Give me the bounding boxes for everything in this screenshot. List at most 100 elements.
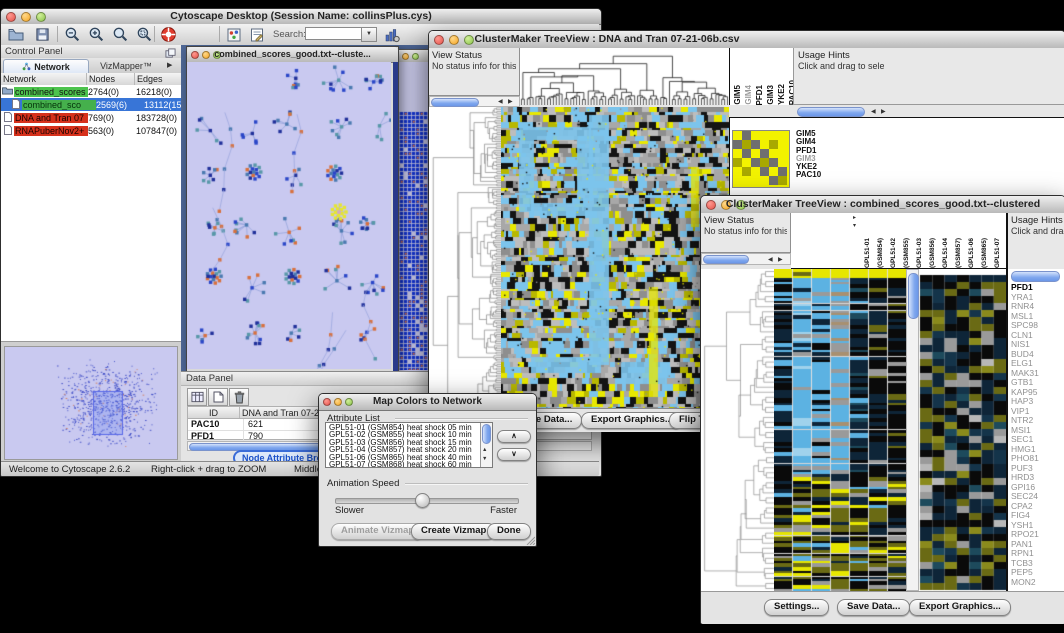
matrix-cell[interactable]: [733, 158, 742, 167]
column-header-edges[interactable]: Edges: [135, 73, 181, 85]
network-view-canvas[interactable]: [187, 62, 391, 369]
treeview1-status-scrollbar[interactable]: ◀ ▶: [429, 96, 520, 107]
matrix-cell[interactable]: [778, 131, 787, 140]
matrix-cell[interactable]: [778, 158, 787, 167]
tab-overflow-icon[interactable]: ▶: [167, 61, 172, 69]
scroll-right-icon[interactable]: ▶: [881, 108, 886, 116]
matrix-cell[interactable]: [778, 167, 787, 176]
scroll-up-icon[interactable]: ▲: [482, 447, 487, 453]
chart-settings-icon[interactable]: [381, 26, 403, 43]
scroll-right-icon[interactable]: ▶: [508, 98, 513, 106]
matrix-cell[interactable]: [778, 149, 787, 158]
matrix-cell[interactable]: [769, 149, 778, 158]
attribute-list-item[interactable]: GPL51-01 (GSM854) heat shock 05 min: [326, 424, 492, 431]
search-input[interactable]: [305, 27, 365, 40]
treeview1-column-dendrogram[interactable]: [520, 48, 729, 105]
dialog-titlebar[interactable]: Map Colors to Network: [319, 394, 536, 411]
column-header-id[interactable]: ID: [188, 407, 240, 418]
matrix-cell[interactable]: [751, 176, 760, 185]
scroll-left-icon[interactable]: ◀: [768, 256, 773, 264]
zoom-out-icon[interactable]: [61, 26, 83, 43]
matrix-cell[interactable]: [760, 167, 769, 176]
column-header-nodes[interactable]: Nodes: [87, 73, 135, 85]
scrollbar-thumb[interactable]: [797, 107, 865, 117]
annotation-icon[interactable]: [246, 26, 268, 43]
scroll-right-icon[interactable]: ▶: [778, 256, 783, 264]
attribute-list[interactable]: GPL51-01 (GSM854) heat shock 05 minGPL51…: [325, 422, 493, 468]
matrix-cell[interactable]: [760, 131, 769, 140]
speed-slider-thumb[interactable]: [415, 493, 430, 508]
treeview1-zoom-scrollbar[interactable]: ◀ ▶: [793, 105, 923, 117]
matrix-cell[interactable]: [742, 167, 751, 176]
scroll-down-icon[interactable]: ▾: [853, 222, 856, 230]
network-list-row[interactable]: combined_sco2569(6)13112(15): [1, 98, 181, 111]
treeview2-status-scrollbar[interactable]: ◀ ▶: [701, 253, 791, 265]
matrix-cell[interactable]: [751, 140, 760, 149]
new-attribute-icon[interactable]: [208, 388, 228, 406]
treeview1-row-dendrogram[interactable]: [429, 107, 501, 408]
matrix-cell[interactable]: [742, 158, 751, 167]
maximize-icon[interactable]: [412, 53, 419, 60]
settings-button[interactable]: Settings...: [764, 599, 829, 616]
network-window[interactable]: combined_scores_good.txt--cluste...: [186, 46, 399, 371]
matrix-cell[interactable]: [778, 176, 787, 185]
zoom-fit-icon[interactable]: [109, 26, 131, 43]
matrix-cell[interactable]: [733, 140, 742, 149]
scrollbar-thumb[interactable]: [703, 255, 749, 264]
matrix-cell[interactable]: [742, 149, 751, 158]
attribute-list-item[interactable]: GPL51-02 (GSM855) heat shock 10 min: [326, 431, 492, 438]
scrollbar-thumb[interactable]: [431, 98, 479, 107]
network-list-row[interactable]: DNA and Tran 07769(0)183728(0): [1, 111, 181, 124]
attribute-list-item[interactable]: GPL51-07 (GSM868) heat shock 60 min: [326, 461, 492, 468]
done-button[interactable]: Done: [487, 523, 531, 540]
matrix-cell[interactable]: [769, 176, 778, 185]
treeview1-heatmap-canvas[interactable]: [501, 107, 729, 408]
scrollbar-thumb[interactable]: [1011, 271, 1060, 282]
matrix-cell[interactable]: [733, 176, 742, 185]
matrix-cell[interactable]: [778, 140, 787, 149]
treeview2-vscrollbar[interactable]: [906, 269, 919, 591]
move-up-button[interactable]: ∧: [497, 430, 531, 443]
network-list-row[interactable]: combined_scores2764(0)16218(0): [1, 85, 181, 98]
matrix-cell[interactable]: [733, 149, 742, 158]
attribute-list-scrollbar[interactable]: ▲ ▼: [480, 423, 492, 467]
matrix-cell[interactable]: [742, 176, 751, 185]
network-window-titlebar[interactable]: combined_scores_good.txt--cluste...: [187, 47, 398, 63]
zoom-in-icon[interactable]: [85, 26, 107, 43]
search-dropdown-icon[interactable]: ▼: [361, 27, 377, 42]
matrix-cell[interactable]: [751, 149, 760, 158]
main-titlebar[interactable]: Cytoscape Desktop (Session Name: collins…: [1, 9, 601, 25]
minimize-icon[interactable]: [402, 53, 409, 60]
delete-attribute-icon[interactable]: [229, 388, 249, 406]
open-file-icon[interactable]: [5, 26, 27, 43]
matrix-cell[interactable]: [769, 167, 778, 176]
matrix-cell[interactable]: [760, 158, 769, 167]
zoom-selected-icon[interactable]: [133, 26, 155, 43]
export-graphics-button[interactable]: Export Graphics...: [909, 599, 1011, 616]
matrix-cell[interactable]: [760, 149, 769, 158]
create-vizmap-button[interactable]: Create Vizmap: [411, 523, 496, 540]
matrix-cell[interactable]: [751, 167, 760, 176]
attribute-list-item[interactable]: GPL51-04 (GSM857) heat shock 20 min: [326, 446, 492, 453]
attribute-table-icon[interactable]: [187, 388, 207, 406]
scroll-left-icon[interactable]: ◀: [498, 98, 503, 106]
treeview1-titlebar[interactable]: ClusterMaker TreeView : DNA and Tran 07-…: [429, 31, 1064, 49]
matrix-cell[interactable]: [769, 140, 778, 149]
treeview1-zoom-matrix[interactable]: [732, 130, 790, 188]
scroll-up-icon[interactable]: ▸: [853, 214, 856, 222]
help-lifering-icon[interactable]: [157, 26, 179, 43]
network-window-scrollbar[interactable]: [393, 62, 398, 371]
scroll-left-icon[interactable]: ◀: [871, 108, 876, 116]
treeview2-zoom-heatmap[interactable]: [919, 269, 1006, 591]
network-overview-canvas[interactable]: [4, 346, 178, 460]
matrix-cell[interactable]: [751, 131, 760, 140]
network-list-row[interactable]: RNAPuberNov2+563(0)107847(0): [1, 124, 181, 137]
matrix-cell[interactable]: [742, 140, 751, 149]
matrix-cell[interactable]: [751, 158, 760, 167]
matrix-cell[interactable]: [769, 158, 778, 167]
matrix-cell[interactable]: [760, 140, 769, 149]
attribute-list-item[interactable]: GPL51-06 (GSM865) heat shock 40 min: [326, 454, 492, 461]
tab-vizmapper[interactable]: VizMapper™: [89, 59, 163, 72]
column-header-network[interactable]: Network: [1, 73, 87, 85]
export-graphics-button[interactable]: Export Graphics...: [581, 412, 683, 429]
